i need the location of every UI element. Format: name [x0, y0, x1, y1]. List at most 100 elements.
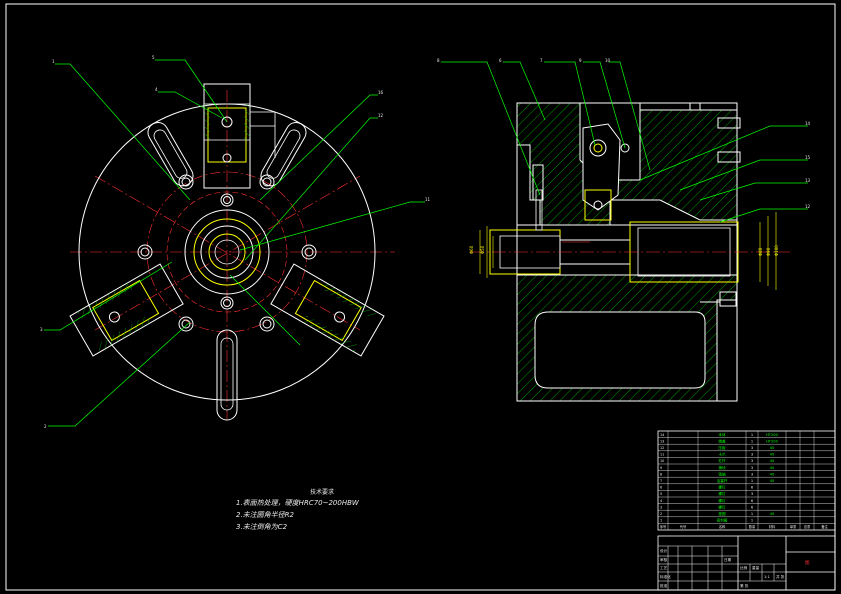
- bom-row-number: 5: [660, 492, 662, 496]
- cad-drawing-canvas: 1 5 4 16 12 11 3 2 Φ60 Φ50 Φ80 Φ90 Φ100 …: [5, 3, 836, 591]
- bom-qty: 3: [751, 492, 753, 496]
- bom-material: 45: [770, 472, 775, 476]
- front-view-callout-labels: 1 5 4 16 12 11 3 2: [40, 55, 431, 429]
- bom-material: 45: [770, 453, 775, 457]
- bom-qty: 6: [751, 486, 754, 490]
- bom-qty: 1: [751, 519, 753, 523]
- lower-cavity: [534, 311, 706, 389]
- svg-text:Φ80: Φ80: [758, 247, 763, 256]
- svg-text:Φ60: Φ60: [469, 245, 474, 254]
- bom-row-number: 14: [660, 433, 664, 437]
- bom-material: 45: [770, 466, 775, 470]
- bom-row-number: 12: [660, 446, 664, 450]
- callout-5: 5: [152, 55, 155, 60]
- title-block-label: 工艺: [660, 565, 668, 570]
- title-block-scale: 1:1: [764, 575, 770, 579]
- bom-part-name: 密封圈: [717, 518, 728, 523]
- callout-6: 6: [499, 58, 502, 63]
- callout-15: 15: [805, 155, 811, 160]
- callout-12b: 12: [805, 204, 811, 209]
- bom-part-name: 垫圈: [718, 511, 726, 516]
- hatch-top-body: [516, 102, 738, 226]
- bom-header-cell: 总重: [804, 524, 811, 529]
- title-block-label: 共 张: [776, 574, 785, 579]
- bom-header-cell: 代号: [680, 524, 686, 529]
- callout-8: 8: [437, 58, 440, 63]
- bom-row-number: 6: [660, 486, 662, 490]
- jaw-lower-left: [270, 263, 385, 357]
- svg-text:Φ50: Φ50: [480, 245, 485, 254]
- bom-qty: 6: [751, 499, 754, 503]
- jaw-top: [203, 83, 276, 189]
- bom-row-number: 7: [660, 479, 662, 483]
- bom-qty: 3: [751, 453, 753, 457]
- callout-14: 14: [805, 121, 811, 126]
- bom-material: HT200: [766, 433, 778, 437]
- bom-row-number: 1: [660, 519, 662, 523]
- bom-row-number: 8: [660, 472, 662, 476]
- bom-material: 45: [770, 479, 775, 483]
- title-block: 设计审核工艺标准化批准 日期比例 重量共 张第 张 图 1:1: [657, 535, 836, 591]
- bom-part-name: 螺钉: [718, 504, 726, 509]
- bom-material: 45: [770, 459, 775, 463]
- bom-qty: 3: [751, 466, 753, 470]
- bom-part-name: 活塞杆: [717, 478, 728, 483]
- svg-text:Φ100: Φ100: [774, 245, 779, 256]
- callout-11: 11: [425, 197, 431, 202]
- bom-table: 14 本体 1 HT20013 端盖 1 HT20012 压板 3 4511 卡爪 3 4510 杠杆 3 4…: [657, 430, 836, 531]
- bom-qty: 1: [751, 512, 753, 516]
- top-notch: [639, 103, 737, 111]
- bom-part-name: 销轴: [718, 471, 726, 476]
- bom-material: HT200: [766, 439, 778, 443]
- bom-part-name: 端盖: [718, 438, 726, 443]
- bom-part-name: 卡爪: [718, 452, 726, 457]
- title-block-label: 比例: [740, 565, 748, 570]
- bom-header-cell: 名称: [719, 524, 726, 529]
- tech-notes-title: 技术要求: [310, 489, 335, 496]
- bom-part-name: 螺钉: [718, 498, 726, 503]
- bom-qty: 3: [751, 446, 753, 450]
- bom-material: 45: [770, 446, 775, 450]
- title-block-label: 批准: [660, 583, 668, 588]
- bom-part-name: 螺钉: [718, 491, 726, 496]
- tech-note-3: 3.未注倒角为C2: [236, 523, 288, 531]
- bom-row-number: 3: [660, 505, 662, 509]
- bom-material: 45: [770, 512, 775, 516]
- callout-7: 7: [540, 58, 543, 63]
- bom-row-number: 11: [660, 453, 664, 457]
- callout-3: 3: [40, 327, 43, 332]
- svg-text:Φ90: Φ90: [766, 247, 771, 256]
- callout-9: 9: [579, 58, 582, 63]
- bom-part-name: 压板: [718, 445, 726, 450]
- bom-qty: 3: [751, 459, 753, 463]
- bom-row-number: 2: [660, 512, 662, 516]
- section-view: Φ60 Φ50 Φ80 Φ90 Φ100 8 6 7 9 10 14 15 13: [437, 58, 811, 402]
- title-block-label: 重量: [752, 565, 760, 570]
- bom-header-cell: 备注: [821, 524, 828, 529]
- callout-10: 10: [605, 58, 611, 63]
- bom-qty: 1: [751, 433, 753, 437]
- bom-header-cell: 材料: [769, 524, 776, 529]
- title-block-label: 审核: [660, 557, 668, 562]
- tech-note-2: 2.未注圆角半径R2: [236, 511, 294, 519]
- title-block-stamp: 图: [805, 560, 810, 566]
- bom-row-number: 10: [660, 459, 664, 463]
- bom-qty: 6: [751, 505, 754, 509]
- bom-header-cell: 单重: [790, 524, 797, 529]
- callout-1: 1: [52, 59, 55, 64]
- callout-13: 13: [805, 178, 811, 183]
- bom-part-name: 螺钉: [718, 485, 726, 490]
- title-block-label: 日期: [724, 557, 732, 562]
- title-block-label: 标准化: [660, 574, 671, 579]
- bom-row-number: 9: [660, 466, 662, 470]
- title-block-label: 设计: [660, 548, 668, 553]
- bom-part-name: 滑块: [718, 465, 726, 470]
- bom-header-cell: 序号: [660, 524, 666, 529]
- bom-qty: 3: [751, 472, 753, 476]
- bom-part-name: 杠杆: [718, 458, 726, 463]
- bom-qty: 1: [751, 479, 753, 483]
- central-bore: [516, 224, 738, 276]
- bom-qty: 1: [751, 439, 753, 443]
- jaw-lower-right: [69, 263, 184, 357]
- callout-16: 16: [378, 90, 384, 95]
